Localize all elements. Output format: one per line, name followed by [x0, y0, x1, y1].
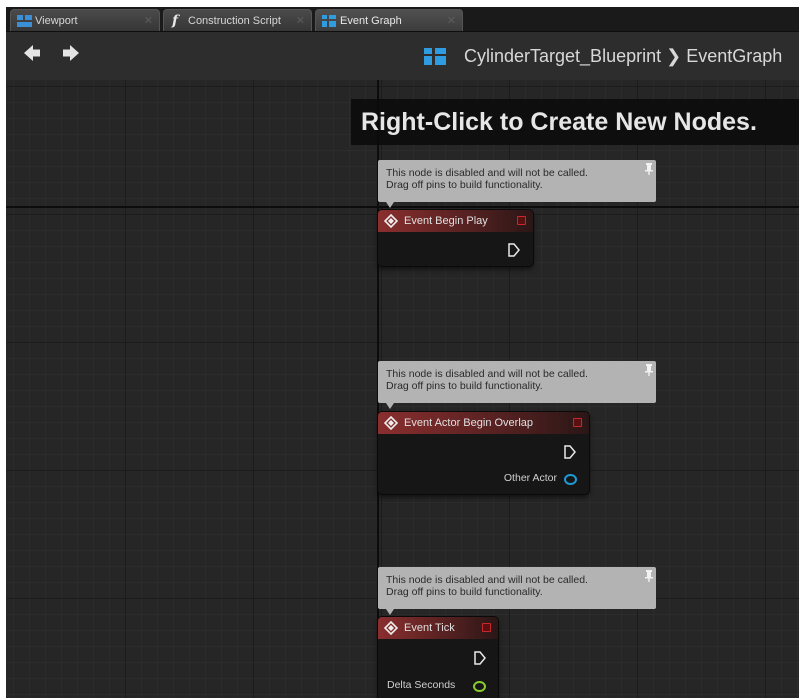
pin-icon[interactable]	[645, 163, 653, 175]
disabled-node-comment: This node is disabled and will not be ca…	[378, 567, 656, 615]
exec-output-pin-icon[interactable]	[508, 243, 520, 257]
pin-label-delta-seconds: Delta Seconds	[387, 679, 456, 691]
arrow-left-icon[interactable]	[23, 44, 41, 62]
exec-output-pin-icon[interactable]	[564, 445, 576, 459]
blueprint-editor-window: Viewport ✕ f Construction Script ✕ Event…	[6, 7, 799, 698]
event-graph-icon	[424, 48, 446, 65]
node-title: Event Actor Begin Overlap	[404, 417, 534, 429]
empty-graph-hint: Right-Click to Create New Nodes.	[351, 99, 799, 145]
pin-icon[interactable]	[645, 364, 653, 376]
breadcrumb-text: CylinderTarget_Blueprint ❯ EventGraph	[464, 46, 783, 66]
comment-line: Drag off pins to build functionality.	[386, 179, 543, 191]
function-icon: f	[172, 13, 179, 29]
event-begin-play-node[interactable]: Event Begin Play	[378, 210, 533, 266]
graph-toolbar: CylinderTarget_Blueprint ❯ EventGraph	[6, 32, 799, 80]
node-title: Event Tick	[404, 622, 455, 634]
disabled-node-comment: This node is disabled and will not be ca…	[378, 160, 656, 208]
comment-line: Drag off pins to build functionality.	[386, 380, 543, 392]
tab-label: Construction Script	[188, 15, 281, 27]
disabled-node-comment: This node is disabled and will not be ca…	[378, 361, 656, 409]
delegate-pin-icon[interactable]	[482, 623, 491, 632]
graph-origin-axis-horizontal	[6, 206, 799, 208]
event-diamond-icon	[384, 214, 398, 228]
delegate-pin-icon[interactable]	[573, 418, 582, 427]
close-icon[interactable]: ✕	[296, 10, 305, 32]
float-output-pin-icon[interactable]	[473, 681, 486, 692]
comment-line: Drag off pins to build functionality.	[386, 586, 543, 598]
pin-label-other-actor: Other Actor	[503, 472, 557, 484]
close-icon[interactable]: ✕	[447, 10, 456, 32]
tab-label: Viewport	[35, 15, 78, 27]
exec-output-pin-icon[interactable]	[474, 651, 486, 665]
pin-icon[interactable]	[645, 570, 653, 582]
tab-event-graph[interactable]: Event Graph ✕	[315, 9, 463, 31]
delegate-pin-icon[interactable]	[517, 216, 526, 225]
event-graph-canvas[interactable]: Right-Click to Create New Nodes. This no…	[6, 80, 799, 698]
node-title: Event Begin Play	[404, 215, 488, 227]
event-diamond-icon	[384, 621, 398, 635]
comment-line: This node is disabled and will not be ca…	[386, 167, 588, 179]
tab-bar: Viewport ✕ f Construction Script ✕ Event…	[6, 7, 799, 32]
comment-line: This node is disabled and will not be ca…	[386, 574, 588, 586]
close-icon[interactable]: ✕	[144, 10, 153, 32]
viewport-icon	[17, 15, 32, 27]
event-actor-begin-overlap-node[interactable]: Event Actor Begin Overlap Other Actor	[378, 412, 589, 494]
tab-label: Event Graph	[340, 15, 402, 27]
arrow-right-icon[interactable]	[62, 44, 80, 62]
tab-construction-script[interactable]: f Construction Script ✕	[163, 9, 312, 31]
event-graph-icon	[322, 15, 336, 27]
object-output-pin-icon[interactable]	[564, 474, 577, 485]
comment-line: This node is disabled and will not be ca…	[386, 368, 588, 380]
tab-viewport[interactable]: Viewport ✕	[10, 9, 160, 31]
event-diamond-icon	[384, 416, 398, 430]
event-tick-node[interactable]: Event Tick Delta Seconds	[378, 617, 498, 698]
